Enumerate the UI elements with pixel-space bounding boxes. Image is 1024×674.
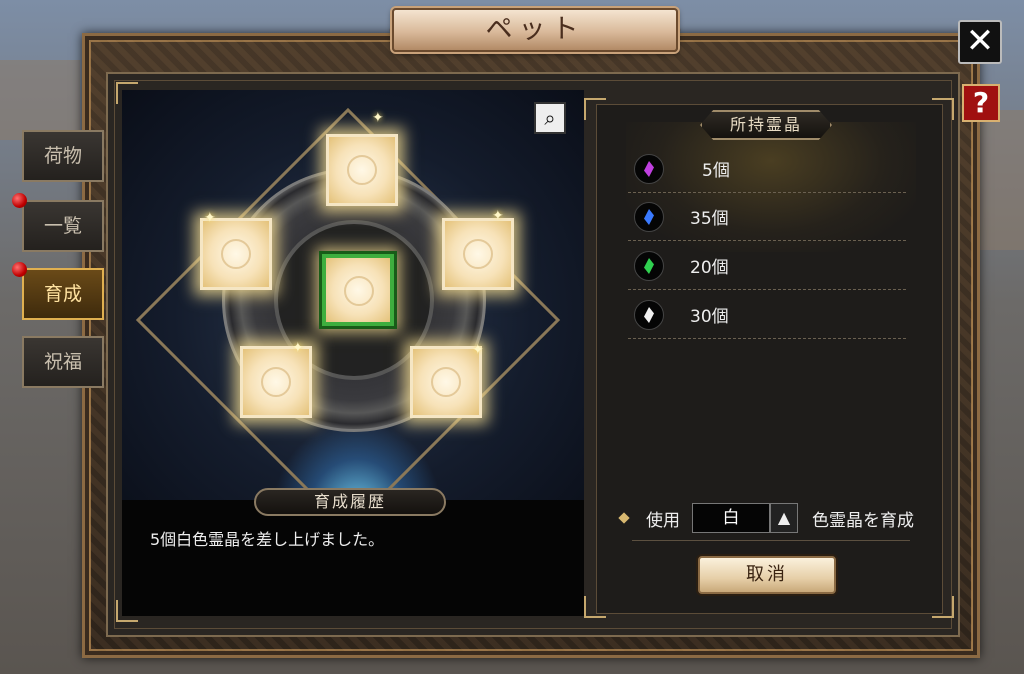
background-building [0,60,80,140]
blue-crystal-icon [634,202,664,232]
slot-emblem-icon [347,155,377,185]
select-arrow-button[interactable]: ▲ [770,503,798,533]
crystal-row-purple[interactable]: 5個 [628,144,906,193]
crystal-slot-bottom-left[interactable] [240,346,312,418]
window-title: ペット [392,8,678,52]
slot-emblem-icon [431,367,461,397]
history-title: 育成履歴 [254,488,446,516]
crystal-gem [644,209,654,225]
background-building [980,110,1024,250]
slot-emblem-icon [261,367,291,397]
crystal-slot-left[interactable] [200,218,272,290]
corner-ornament [584,596,606,618]
crystal-slot-center[interactable] [322,254,394,326]
magnifier-icon: ⌕ [544,106,556,130]
crystal-gem [644,258,654,274]
crystal-gem [644,161,654,177]
growth-display: ✦ ✦ ✦ ✦ ✦ [122,90,584,500]
sparkle-icon: ✦ [472,342,484,358]
divider [632,540,910,541]
crystal-gem [644,307,654,323]
crystal-count: 30個 [690,307,729,327]
history-panel [122,500,584,616]
slot-emblem-icon [463,239,493,269]
crystal-count: 35個 [690,209,729,229]
green-crystal-icon [634,251,664,281]
crystal-count: 20個 [690,258,729,278]
tab-growth[interactable]: 育成 [22,268,104,320]
crystal-count: 5個 [702,161,730,181]
tab-list[interactable]: 一覧 [22,200,104,252]
owned-crystals-title: 所持霊晶 [700,110,832,140]
corner-ornament [932,596,954,618]
use-suffix-label: 色霊晶を育成 [812,511,914,531]
notification-badge [12,193,27,208]
corner-ornament [584,98,606,120]
sparkle-icon: ✦ [204,210,216,226]
history-message: 5個白色霊晶を差し上げました。 [150,530,385,549]
notification-badge [12,262,27,277]
corner-ornament [932,98,954,120]
tab-blessing[interactable]: 祝福 [22,336,104,388]
corner-ornament [116,600,138,622]
help-button[interactable]: ? [962,84,1000,122]
sparkle-icon: ✦ [492,208,504,224]
crystal-row-white[interactable]: 30個 [628,290,906,339]
crystal-row-blue[interactable]: 35個 [628,192,906,241]
slot-emblem-icon [344,276,374,306]
crystal-slot-top[interactable] [326,134,398,206]
close-button[interactable]: ✕ [958,20,1002,64]
sparkle-icon: ✦ [292,340,304,356]
tab-luggage[interactable]: 荷物 [22,130,104,182]
corner-ornament [116,82,138,104]
white-crystal-icon [634,300,664,330]
slot-emblem-icon [221,239,251,269]
purple-crystal-icon [634,154,664,184]
sparkle-icon: ✦ [372,110,384,126]
zoom-button[interactable]: ⌕ [534,102,566,134]
crystal-row-green[interactable]: 20個 [628,241,906,290]
use-label: 使用 [646,511,680,531]
crystal-color-select[interactable]: 白 [692,503,770,533]
cancel-button[interactable]: 取消 [698,556,836,594]
crystal-slot-right[interactable] [442,218,514,290]
